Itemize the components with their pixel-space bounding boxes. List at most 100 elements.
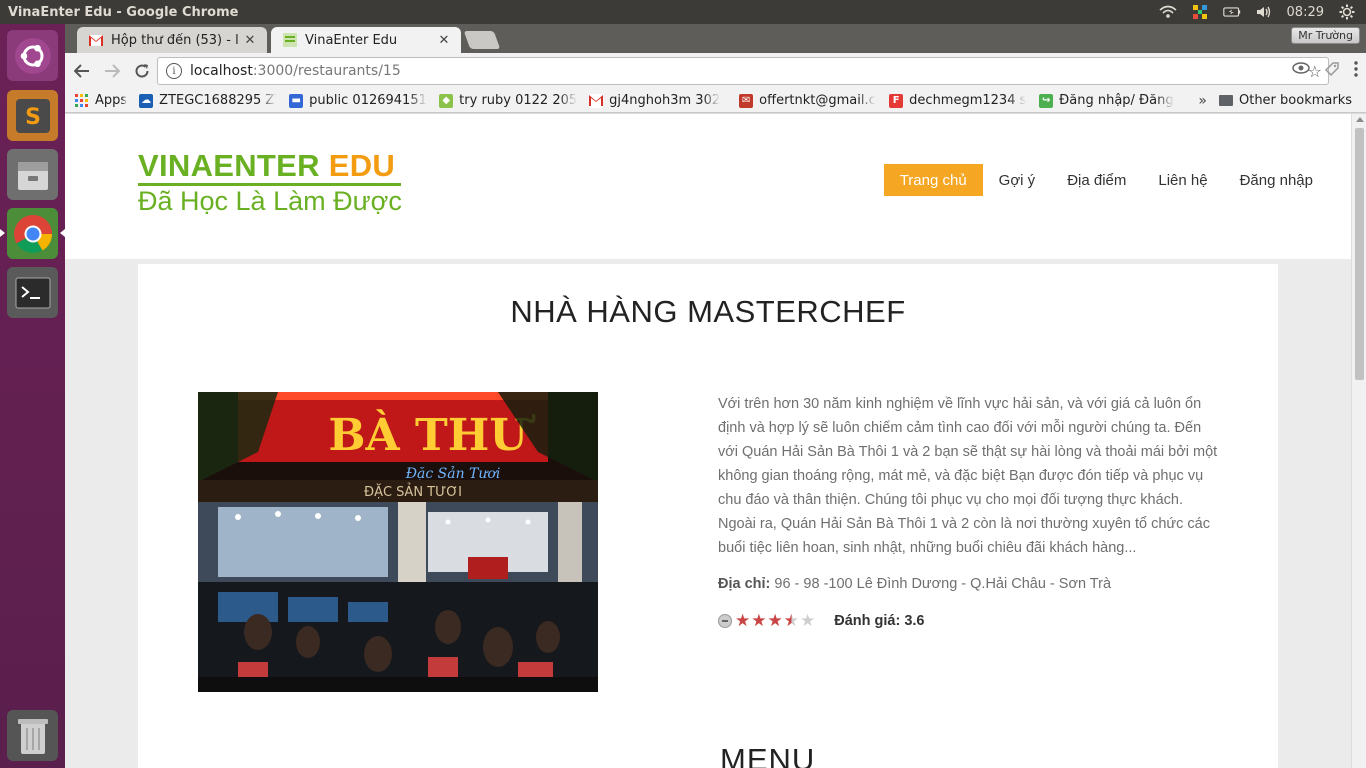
menu-kebab-icon[interactable] xyxy=(1354,61,1358,81)
other-bookmarks-folder[interactable]: Other bookmarks xyxy=(1218,93,1352,108)
new-tab-button[interactable] xyxy=(463,31,501,49)
bookmark-label: offertnkt@gmail.c xyxy=(759,93,876,108)
ruby-icon: ◆ xyxy=(439,93,454,108)
bookmark-label: ZTEGC1688295 ZT xyxy=(159,93,278,108)
wifi-icon[interactable] xyxy=(1159,5,1177,19)
reload-icon[interactable] xyxy=(129,58,155,84)
tab-strip: Hộp thư đến (53) - l ✕ VinaEnter Edu ✕ M… xyxy=(65,24,1366,53)
bookmark-apps[interactable]: Apps xyxy=(75,93,127,108)
logo-slogan: Đã Học Là Làm Được xyxy=(138,186,402,216)
tab-label: Hộp thư đến (53) - l xyxy=(111,32,239,48)
folder-icon xyxy=(1218,95,1233,106)
bookmark-item[interactable]: ↪ Đăng nhập/ Đăng xyxy=(1039,93,1181,108)
volume-icon[interactable] xyxy=(1255,5,1273,19)
address-value: 96 - 98 -100 Lê Đình Dương - Q.Hải Châu … xyxy=(770,576,1112,592)
bookmark-label: gj4nghoh3m 302 xyxy=(609,93,721,108)
close-icon[interactable]: ✕ xyxy=(243,33,257,48)
rating-widget: ★ ★ ★ ★ ★ Đánh giá: 3.6 xyxy=(718,612,925,630)
main-nav: Trang chủ Gợi ý Địa điểm Liên hệ Đăng nh… xyxy=(883,164,1329,196)
bookmark-label: public 0126941510 xyxy=(309,93,428,108)
toolbar-extensions xyxy=(1292,61,1358,81)
terminal-icon[interactable] xyxy=(7,267,58,318)
bookmarks-bar: Apps ☁ ZTEGC1688295 ZT ▬ public 01269415… xyxy=(65,89,1366,113)
restaurant-description: Với trên hơn 30 năm kinh nghiệm về lĩnh … xyxy=(718,396,1218,556)
files-icon[interactable] xyxy=(7,149,58,200)
pixel-app-icon[interactable] xyxy=(1191,5,1209,19)
mail-icon: ✉ xyxy=(739,93,754,108)
more-bookmarks-chevron-icon[interactable]: » xyxy=(1198,93,1207,109)
photo-sign-main: BÀ THƯ xyxy=(328,408,536,461)
logo-text-green: VINAENTER xyxy=(138,148,329,183)
tab-vinaenter[interactable]: VinaEnter Edu ✕ xyxy=(271,27,461,53)
star-half-icon[interactable]: ★ xyxy=(784,612,799,630)
system-tray: 08:29 xyxy=(1159,0,1366,24)
trash-icon[interactable] xyxy=(7,710,58,761)
bookmark-item[interactable]: F dechmegm1234 s xyxy=(889,93,1027,108)
star-icon[interactable]: ★ xyxy=(768,612,783,630)
star-empty-icon[interactable]: ★ xyxy=(800,612,815,630)
tab-gmail[interactable]: Hộp thư đến (53) - l ✕ xyxy=(77,27,267,53)
forward-arrow-icon[interactable] xyxy=(99,58,125,84)
bookmark-label: Apps xyxy=(95,93,128,108)
nav-home[interactable]: Trang chủ xyxy=(883,164,983,196)
system-top-panel: VinaEnter Edu - Google Chrome 08:29 xyxy=(0,0,1366,24)
nav-suggestions[interactable]: Gợi ý xyxy=(983,164,1052,196)
tab-label: VinaEnter Edu xyxy=(305,32,398,48)
gmail-icon xyxy=(589,93,604,108)
nav-login[interactable]: Đăng nhập xyxy=(1224,164,1329,196)
photo-banner: ĐẶC SẢN TƯƠI xyxy=(364,483,462,500)
session-gear-icon[interactable] xyxy=(1338,4,1356,20)
login-icon: ↪ xyxy=(1039,93,1054,108)
address-bar[interactable]: i localhost:3000/restaurants/15 ☆ xyxy=(157,57,1329,85)
site-favicon-icon xyxy=(283,33,297,47)
star-icon[interactable]: ★ xyxy=(735,612,750,630)
scroll-up-arrow-icon[interactable] xyxy=(1356,117,1364,122)
chrome-icon[interactable] xyxy=(7,208,58,259)
battery-icon[interactable] xyxy=(1222,5,1241,19)
running-indicator xyxy=(0,229,5,237)
nav-contact[interactable]: Liên hệ xyxy=(1142,164,1223,196)
info-icon[interactable]: i xyxy=(166,63,182,79)
url-host: localhost xyxy=(190,63,253,79)
site-header: VINAENTER EDU Đã Học Là Làm Được Trang c… xyxy=(65,114,1351,259)
ubuntu-dash-icon[interactable] xyxy=(7,30,58,81)
restaurant-title: NHÀ HÀNG MASTERCHEF xyxy=(510,294,906,329)
f-icon: F xyxy=(889,93,904,108)
site-logo[interactable]: VINAENTER EDU Đã Học Là Làm Được xyxy=(138,149,402,216)
nav-locations[interactable]: Địa điểm xyxy=(1051,164,1142,196)
address-label: Địa chỉ: xyxy=(718,576,771,592)
browser-toolbar: i localhost:3000/restaurants/15 ☆ xyxy=(65,53,1366,89)
other-bookmarks-label: Other bookmarks xyxy=(1238,93,1352,108)
clock[interactable]: 08:29 xyxy=(1287,5,1324,20)
bookmark-item[interactable]: ▬ public 0126941510 xyxy=(289,93,427,108)
sublime-text-icon[interactable]: S xyxy=(7,90,58,141)
bookmark-item[interactable]: ◆ try ruby 0122 205 xyxy=(439,93,577,108)
back-arrow-icon[interactable] xyxy=(69,58,95,84)
restaurant-photo: BÀ THƯ Đặc Sản Tươi ĐẶC SẢN TƯƠI xyxy=(198,392,598,692)
bookmark-item[interactable]: gj4nghoh3m 302 xyxy=(589,93,727,108)
close-icon[interactable]: ✕ xyxy=(437,33,451,48)
svg-text:S: S xyxy=(25,105,41,130)
rating-cancel-icon[interactable] xyxy=(718,614,732,628)
star-icon[interactable]: ★ xyxy=(751,612,766,630)
gmail-icon xyxy=(89,33,103,47)
unity-launcher: S xyxy=(0,24,65,768)
rating-score: Đánh giá: 3.6 xyxy=(834,613,925,629)
restaurant-card: NHÀ HÀNG MASTERCHEF BÀ THƯ Đặc Sản Tươi … xyxy=(138,264,1278,768)
bookmark-item[interactable]: ☁ ZTEGC1688295 ZT xyxy=(139,93,277,108)
bookmark-label: dechmegm1234 s xyxy=(909,93,1027,108)
scrollbar-thumb[interactable] xyxy=(1355,128,1364,380)
bookmark-label: try ruby 0122 205 xyxy=(459,93,578,108)
window-title: VinaEnter Edu - Google Chrome xyxy=(8,4,239,20)
logo-wordmark: VINAENTER EDU xyxy=(138,149,401,183)
profile-button[interactable]: Mr Trường xyxy=(1291,27,1360,44)
bookmark-item[interactable]: ✉ offertnkt@gmail.c xyxy=(739,93,877,108)
extension-eye-icon[interactable] xyxy=(1292,61,1310,81)
restaurant-address: Địa chỉ: 96 - 98 -100 Lê Đình Dương - Q.… xyxy=(718,576,1111,592)
photo-sign-sub: Đặc Sản Tươi xyxy=(405,465,501,482)
extension-tag-icon[interactable] xyxy=(1324,61,1340,81)
keep-icon: ▬ xyxy=(289,93,304,108)
page-viewport: VINAENTER EDU Đã Học Là Làm Được Trang c… xyxy=(65,114,1351,768)
menu-heading: MENU xyxy=(720,742,816,768)
page-scrollbar[interactable] xyxy=(1351,114,1366,768)
